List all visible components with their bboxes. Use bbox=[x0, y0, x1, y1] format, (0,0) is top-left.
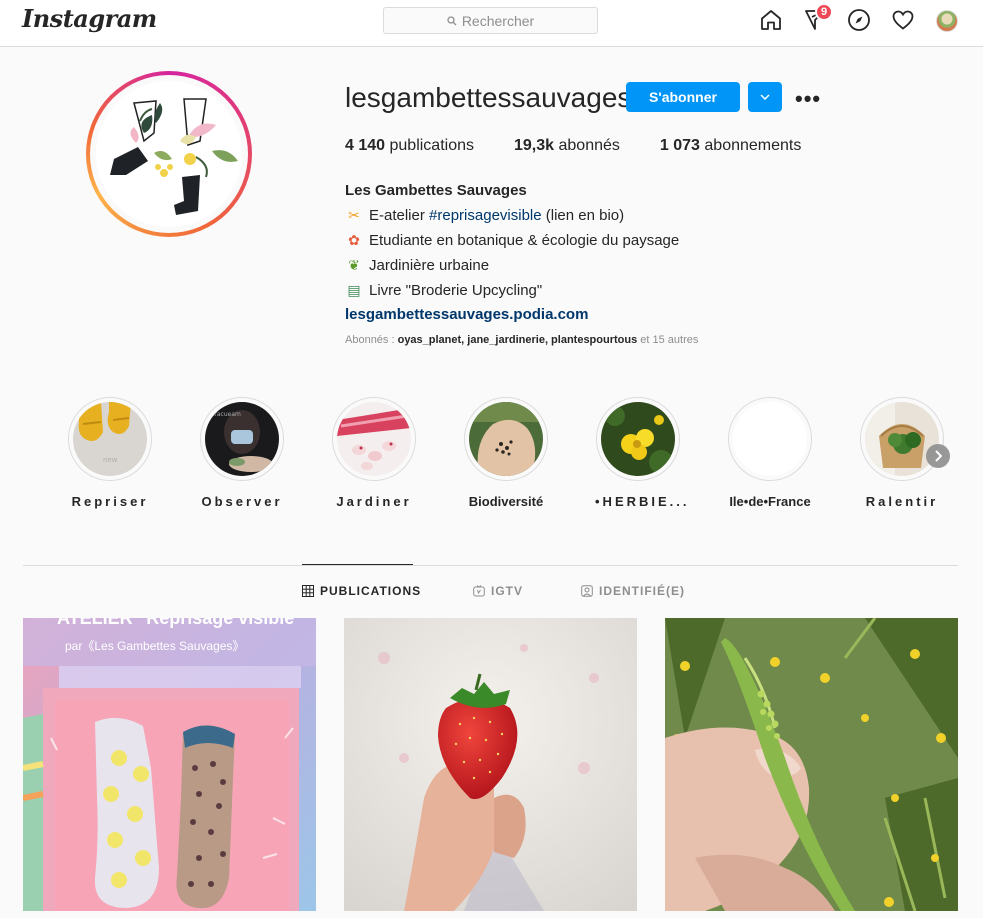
bio-line-studies: ✿ Etudiante en botanique & écologie du pa… bbox=[345, 228, 679, 253]
highlight-biodiversite[interactable]: Biodiversité bbox=[463, 397, 549, 509]
grid-icon bbox=[302, 585, 314, 597]
highlight-cover bbox=[733, 402, 807, 476]
bio-website-link[interactable]: lesgambettessauvages.podia.com bbox=[345, 303, 679, 327]
search-input[interactable]: Rechercher bbox=[383, 7, 598, 34]
profile-avatar[interactable] bbox=[936, 10, 958, 32]
post-overlay-title: ATELIER "Reprisage visible" bbox=[57, 618, 303, 628]
profile-username: lesgambettessauvages bbox=[345, 82, 632, 113]
profile-picture[interactable] bbox=[86, 71, 252, 237]
search-placeholder: Rechercher bbox=[461, 12, 535, 29]
highlight-label: Biodiversité bbox=[468, 494, 544, 509]
highlight-cover: #tracueam bbox=[205, 402, 279, 476]
post-overlay-subtitle: par《Les Gambettes Sauvages》 bbox=[65, 639, 244, 653]
highlight-observer[interactable]: #tracueam Observer bbox=[199, 397, 285, 509]
tagged-icon bbox=[581, 585, 593, 597]
profile-full-name: Les Gambettes Sauvages bbox=[345, 182, 527, 199]
highlight-cover bbox=[469, 402, 543, 476]
seedling-icon: ❦ bbox=[348, 257, 360, 273]
post-thumbnail[interactable] bbox=[344, 618, 637, 911]
chevron-down-icon bbox=[760, 94, 770, 100]
following-stat[interactable]: 1 073 abonnements bbox=[660, 137, 801, 155]
highlight-cover: new bbox=[73, 402, 147, 476]
highlight-label: Ile•de•France bbox=[729, 494, 811, 509]
chevron-right-icon bbox=[935, 450, 942, 462]
highlight-label: •HERBIE... bbox=[595, 494, 690, 509]
posts-stat: 4 140 publications bbox=[345, 137, 474, 154]
highlight-jardiner[interactable]: Jardiner bbox=[331, 397, 417, 509]
highlight-label: Observer bbox=[201, 494, 283, 509]
hashtag-link[interactable]: #reprisagevisible bbox=[429, 207, 542, 224]
highlight-label: Repriser bbox=[71, 494, 149, 509]
more-options-button[interactable]: ••• bbox=[795, 86, 821, 112]
bio-line-atelier: ✂ E-atelier #reprisagevisible (lien en bi… bbox=[345, 203, 679, 228]
highlight-cover bbox=[337, 402, 411, 476]
search-icon bbox=[447, 15, 457, 25]
tab-tagged[interactable]: IDENTIFIÉ(E) bbox=[581, 584, 685, 598]
highlight-label: Ralentir bbox=[865, 494, 939, 509]
notification-badge: 9 bbox=[815, 3, 833, 21]
active-tab-indicator bbox=[302, 564, 413, 565]
highlight-herbier[interactable]: •HERBIE... bbox=[595, 397, 690, 509]
direct-icon[interactable]: 9 bbox=[803, 3, 833, 34]
scissors-thread-icon: ✂ bbox=[348, 207, 360, 223]
svg-text:new: new bbox=[103, 456, 118, 464]
post-thumbnail[interactable]: ATELIER "Reprisage visible" par《Les Gamb… bbox=[23, 618, 316, 911]
highlight-repriser[interactable]: new Repriser bbox=[67, 397, 153, 509]
highlight-ile-de-france[interactable]: Ile•de•France bbox=[727, 397, 813, 509]
top-nav: Instagram Rechercher 9 bbox=[0, 0, 983, 47]
profile-stats: 4 140 publications 19,3k abonnés 1 073 a… bbox=[345, 137, 841, 155]
explore-icon[interactable] bbox=[847, 8, 873, 34]
profile-picture-image bbox=[96, 81, 242, 227]
flower-icon: ✿ bbox=[348, 232, 360, 248]
profile-bio: Les Gambettes Sauvages ✂ E-atelier #repri… bbox=[345, 179, 679, 327]
followed-by[interactable]: Abonnés : oyas_planet, jane_jardinerie, … bbox=[345, 334, 698, 346]
bio-line-book: ▤ Livre "Broderie Upcycling" bbox=[345, 278, 679, 303]
tabs-divider bbox=[23, 565, 958, 566]
bio-line-gardener: ❦ Jardinière urbaine bbox=[345, 253, 679, 278]
followers-stat[interactable]: 19,3k abonnés bbox=[514, 137, 620, 155]
suggested-dropdown-button[interactable] bbox=[748, 82, 782, 112]
follow-button[interactable]: S'abonner bbox=[626, 82, 740, 112]
svg-text:#tracueam: #tracueam bbox=[207, 411, 241, 418]
highlight-cover bbox=[865, 402, 939, 476]
highlights-next-button[interactable] bbox=[926, 444, 950, 468]
highlight-cover bbox=[601, 402, 675, 476]
books-icon: ▤ bbox=[347, 282, 361, 298]
igtv-icon bbox=[473, 585, 485, 597]
heart-icon[interactable] bbox=[891, 8, 917, 34]
tab-publications[interactable]: PUBLICATIONS bbox=[302, 584, 421, 598]
highlight-label: Jardiner bbox=[336, 494, 412, 509]
instagram-logo[interactable]: Instagram bbox=[22, 4, 157, 33]
tab-igtv[interactable]: IGTV bbox=[473, 584, 523, 598]
post-thumbnail[interactable] bbox=[665, 618, 958, 911]
home-icon[interactable] bbox=[759, 8, 785, 34]
